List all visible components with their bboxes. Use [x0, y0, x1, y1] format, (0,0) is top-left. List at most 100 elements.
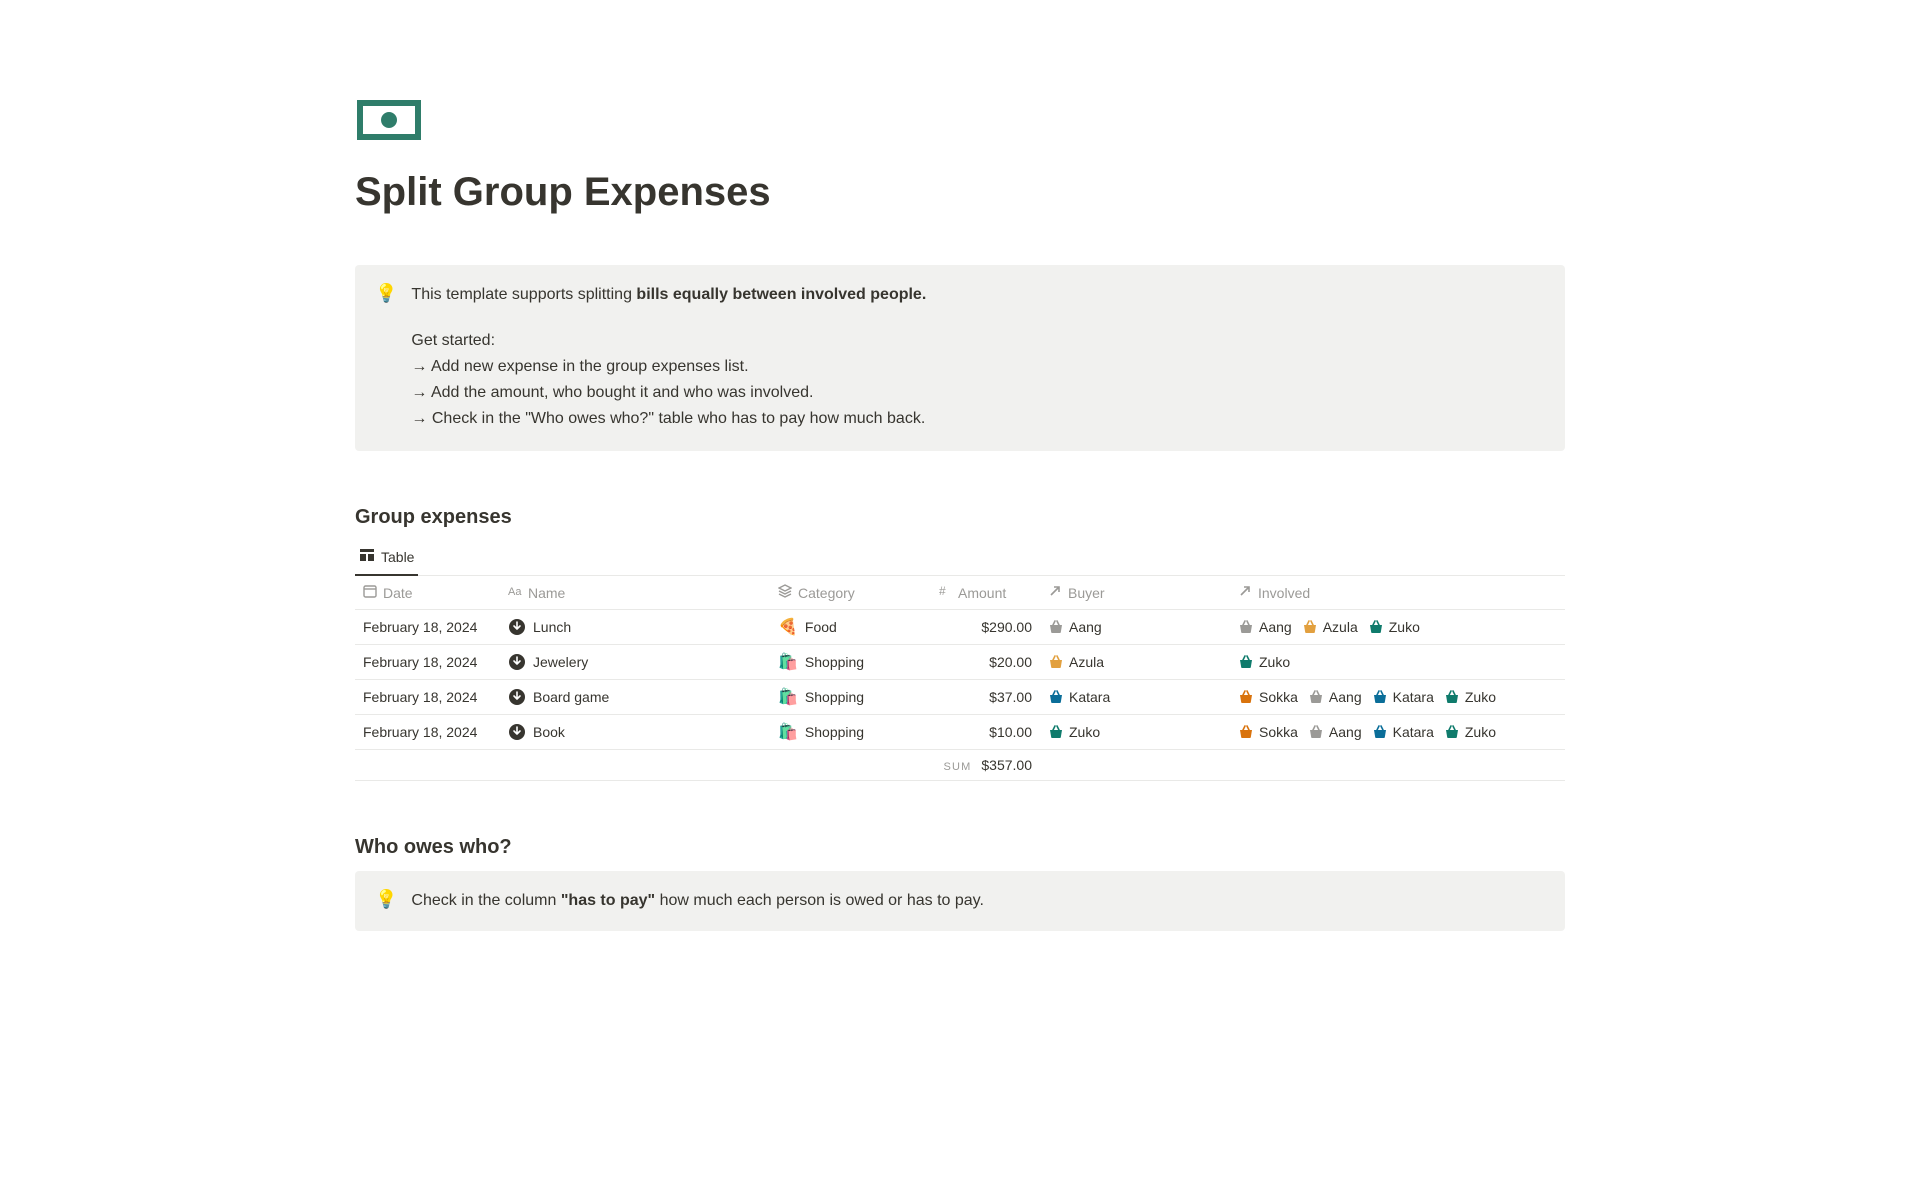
cell-date[interactable]: February 18, 2024 [355, 680, 500, 715]
download-icon [508, 688, 526, 706]
cell-amount[interactable]: $10.00 [930, 715, 1040, 750]
callout-getstarted-label: Get started: [411, 329, 926, 353]
person-tag[interactable]: Sokka [1238, 689, 1298, 705]
person-tag[interactable]: Katara [1372, 724, 1434, 740]
cell-buyer[interactable]: Katara [1040, 680, 1230, 715]
cell-involved[interactable]: Sokka Aang Katara Zuko [1230, 715, 1565, 750]
relation-icon [1238, 584, 1252, 601]
person-tag[interactable]: Zuko [1368, 619, 1420, 635]
callout-intro-bold: bills equally between involved people. [636, 286, 926, 303]
category-emoji-icon: 🛍️ [778, 722, 798, 742]
basket-icon [1368, 619, 1384, 635]
col-buyer-label: Buyer [1068, 585, 1105, 601]
col-category[interactable]: Category [770, 576, 930, 610]
cell-involved[interactable]: Zuko [1230, 645, 1565, 680]
text-icon: Aa [508, 584, 522, 601]
cell-name[interactable]: Board game [500, 680, 770, 715]
cell-buyer[interactable]: Zuko [1040, 715, 1230, 750]
basket-icon [1238, 689, 1254, 705]
person-tag[interactable]: Azula [1048, 654, 1104, 670]
table-row[interactable]: February 18, 2024Lunch🍕Food$290.00AangAa… [355, 610, 1565, 645]
cell-amount[interactable]: $37.00 [930, 680, 1040, 715]
col-name[interactable]: Aa Name [500, 576, 770, 610]
cell-name[interactable]: Lunch [500, 610, 770, 645]
person-tag[interactable]: Aang [1308, 724, 1362, 740]
basket-icon [1048, 689, 1064, 705]
download-icon [508, 618, 526, 636]
col-involved[interactable]: Involved [1230, 576, 1565, 610]
person-tag[interactable]: Zuko [1238, 654, 1290, 670]
owes-heading: Who owes who? [355, 836, 1565, 859]
basket-icon [1308, 724, 1324, 740]
cell-category[interactable]: 🛍️Shopping [770, 680, 930, 715]
col-date[interactable]: Date [355, 576, 500, 610]
basket-icon [1238, 654, 1254, 670]
basket-icon [1238, 619, 1254, 635]
person-tag[interactable]: Aang [1308, 689, 1362, 705]
cell-buyer[interactable]: Azula [1040, 645, 1230, 680]
number-icon: # [938, 584, 952, 601]
person-tag[interactable]: Zuko [1444, 689, 1496, 705]
download-icon [508, 653, 526, 671]
owes-suffix: how much each person is owed or has to p… [655, 892, 984, 909]
basket-icon [1308, 689, 1324, 705]
cell-date[interactable]: February 18, 2024 [355, 610, 500, 645]
col-amount[interactable]: # Amount [930, 576, 1040, 610]
cell-category[interactable]: 🛍️Shopping [770, 645, 930, 680]
cell-involved[interactable]: Sokka Aang Katara Zuko [1230, 680, 1565, 715]
col-date-label: Date [383, 585, 413, 601]
callout-intro: 💡 This template supports splitting bills… [355, 265, 1565, 451]
tab-table-label: Table [381, 549, 414, 565]
callout-step3: → Check in the "Who owes who?" table who… [411, 407, 926, 431]
category-emoji-icon: 🛍️ [778, 687, 798, 707]
cell-category[interactable]: 🛍️Shopping [770, 715, 930, 750]
table-row[interactable]: February 18, 2024Board game🛍️Shopping$37… [355, 680, 1565, 715]
callout-step2: → Add the amount, who bought it and who … [411, 381, 926, 405]
col-name-label: Name [528, 585, 565, 601]
cell-involved[interactable]: Aang Azula Zuko [1230, 610, 1565, 645]
basket-icon [1238, 724, 1254, 740]
cell-name[interactable]: Book [500, 715, 770, 750]
basket-icon [1372, 724, 1388, 740]
person-tag[interactable]: Zuko [1048, 724, 1100, 740]
basket-icon [1444, 689, 1460, 705]
table-row[interactable]: February 18, 2024Book🛍️Shopping$10.00 Zuk… [355, 715, 1565, 750]
person-tag[interactable]: Aang [1238, 619, 1292, 635]
tab-table[interactable]: Table [355, 541, 418, 576]
cell-name[interactable]: Jewelery [500, 645, 770, 680]
person-tag[interactable]: Sokka [1238, 724, 1298, 740]
lightbulb-icon: 💡 [375, 889, 397, 913]
owes-bold: "has to pay" [561, 892, 655, 909]
callout-owes-body: Check in the column "has to pay" how muc… [411, 889, 984, 913]
basket-icon [1048, 724, 1064, 740]
table-icon [359, 547, 375, 566]
callout-body: This template supports splitting bills e… [411, 283, 926, 433]
sum-cell: SUM $357.00 [930, 750, 1040, 781]
svg-text:#: # [939, 584, 946, 598]
col-involved-label: Involved [1258, 585, 1310, 601]
person-tag[interactable]: Zuko [1444, 724, 1496, 740]
owes-prefix: Check in the column [411, 892, 560, 909]
lightbulb-icon: 💡 [375, 283, 397, 433]
cell-date[interactable]: February 18, 2024 [355, 645, 500, 680]
db-tabs: Table [355, 541, 1565, 576]
basket-icon [1444, 724, 1460, 740]
sum-label: SUM [943, 761, 971, 773]
col-buyer[interactable]: Buyer [1040, 576, 1230, 610]
person-tag[interactable]: Aang [1048, 619, 1102, 635]
cell-buyer[interactable]: Aang [1040, 610, 1230, 645]
person-tag[interactable]: Azula [1302, 619, 1358, 635]
cell-amount[interactable]: $290.00 [930, 610, 1040, 645]
group-expenses-heading: Group expenses [355, 506, 1565, 529]
stack-icon [778, 584, 792, 601]
basket-icon [1048, 654, 1064, 670]
person-tag[interactable]: Katara [1048, 689, 1110, 705]
page-icon-dollar [357, 100, 421, 140]
col-amount-label: Amount [958, 585, 1006, 601]
cell-category[interactable]: 🍕Food [770, 610, 930, 645]
table-row[interactable]: February 18, 2024Jewelery🛍️Shopping$20.0… [355, 645, 1565, 680]
cell-date[interactable]: February 18, 2024 [355, 715, 500, 750]
cell-amount[interactable]: $20.00 [930, 645, 1040, 680]
callout-owes: 💡 Check in the column "has to pay" how m… [355, 871, 1565, 931]
person-tag[interactable]: Katara [1372, 689, 1434, 705]
